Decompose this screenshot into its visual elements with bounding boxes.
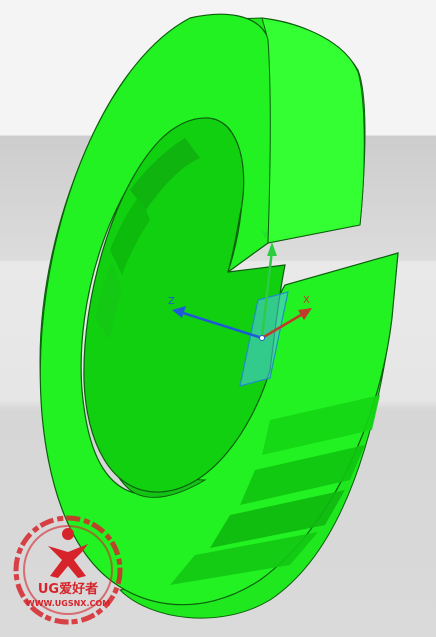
- logo-person-body-icon: [48, 544, 88, 578]
- logo-person-head-icon: [62, 528, 74, 540]
- watermark-url-text: WWW.UGSNX.COM: [26, 599, 110, 608]
- triad-origin[interactable]: [259, 335, 265, 341]
- z-axis-label: Z: [168, 296, 175, 307]
- watermark-logo-text: UG爱好者: [38, 581, 98, 597]
- ugsnx-watermark-logo: UG爱好者 WWW.UGSNX.COM: [13, 515, 123, 625]
- y-axis-arrowhead: [267, 242, 277, 256]
- graphics-viewport[interactable]: Y X Z UG爱好者 WWW.UGSNX.COM: [0, 0, 436, 637]
- x-axis-label: X: [303, 295, 310, 306]
- ring-top-end-side[interactable]: [261, 17, 365, 244]
- y-axis-label: Y: [261, 230, 269, 241]
